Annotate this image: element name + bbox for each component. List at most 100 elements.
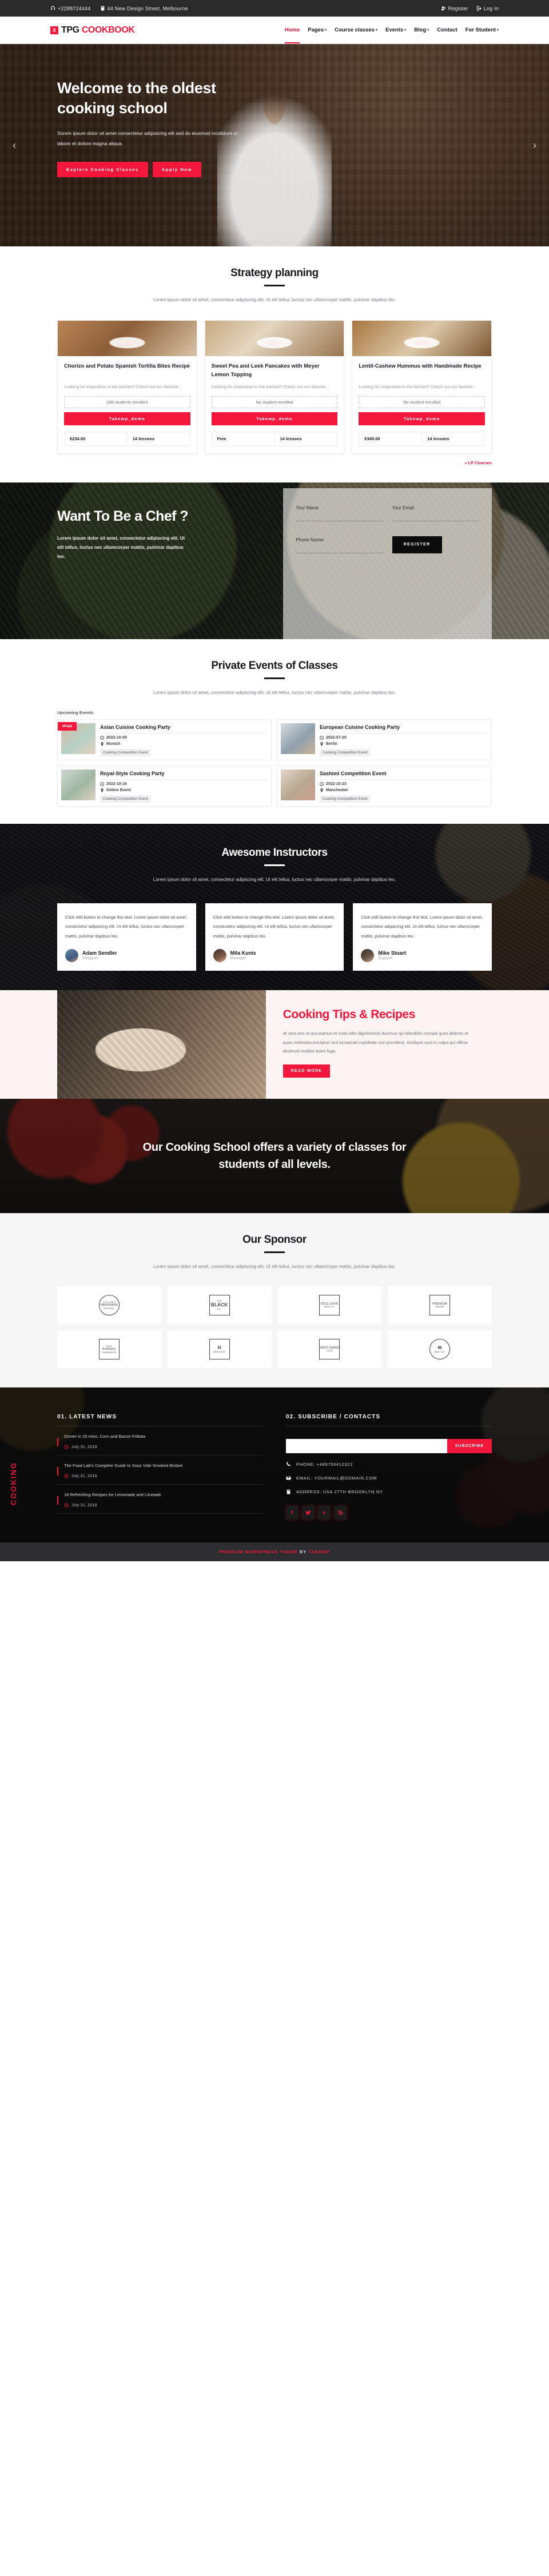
chevron-down-icon: ▾	[404, 29, 407, 32]
brand-name-part1: TPG	[61, 25, 82, 35]
nav-item-course-classes[interactable]: Course classes ▾	[335, 25, 377, 35]
phone-contact[interactable]: +2288724444	[50, 6, 91, 11]
event-thumbnail	[281, 723, 315, 755]
nav-item-for-student[interactable]: For Student ▾	[466, 25, 499, 35]
event-place-line: Berlin	[320, 742, 487, 747]
private-events-section: Private Events of Classes Lorem ipsum do…	[0, 639, 549, 824]
email-label: Your Email	[392, 505, 414, 511]
news-date: July 31, 2018	[71, 1444, 97, 1450]
course-body: Lentil-Cashew Hummus with Handmade Recip…	[352, 356, 491, 453]
nav-label: Home	[284, 27, 300, 33]
lp-courses-link[interactable]: » LP Courses	[57, 460, 492, 465]
clock-icon	[64, 1445, 69, 1449]
event-card[interactable]: Royal-Style Cooking Party 2022-10-16 Onl…	[57, 765, 272, 807]
subscribe-button[interactable]: SUBSCRIBE	[447, 1439, 492, 1454]
course-title: Sweet Pea and Leek Pancakes with Meyer L…	[211, 362, 320, 378]
book-icon	[287, 1490, 291, 1494]
nav-item-blog[interactable]: Blog ▾	[414, 25, 429, 35]
footer-subscribe-heading: 02. SUBSCRIBE / CONTACTS	[286, 1414, 492, 1427]
brand-name-part2: COOKBOOK	[81, 25, 135, 35]
sponsor-main: BLACK	[210, 1302, 228, 1308]
phone-input[interactable]	[296, 542, 383, 553]
register-link[interactable]: Register	[441, 6, 468, 11]
register-button[interactable]: REGISTER	[392, 536, 442, 553]
sponsor-logo[interactable]: EXCLUSIVE QUALITY	[277, 1286, 382, 1325]
explore-cooking-classes-button[interactable]: Explore Cooking Classes	[57, 161, 148, 177]
sponsor-logo[interactable]: ✉ MAIL CO.	[388, 1330, 492, 1369]
news-date-line: July 31, 2018	[64, 1502, 263, 1508]
instructors-container: Awesome Instructors Lorem ipsum dolor si…	[57, 847, 492, 971]
news-date: July 31, 2018	[71, 1473, 97, 1479]
events-grid: #Paid Asian Cuisine Cooking Party 2022-1…	[57, 719, 492, 807]
vimeo-icon[interactable]: v	[318, 1506, 331, 1520]
news-item[interactable]: Dinner in 20 mins: Corn and Bacon Fritta…	[57, 1426, 263, 1456]
course-cta-button[interactable]: Takewp_demo	[359, 412, 486, 425]
clock-icon	[64, 1503, 69, 1508]
course-card[interactable]: Lentil-Cashew Hummus with Handmade Recip…	[352, 320, 492, 454]
sponsor-logo[interactable]: 100% Authentic GUARANTEE	[57, 1330, 161, 1369]
footer-columns: 01. LATEST NEWS Dinner in 20 mins: Corn …	[57, 1414, 492, 1520]
event-tag: Cooking Competition Event	[320, 749, 371, 757]
instructor-card[interactable]: Click edit button to change this text. L…	[353, 903, 492, 971]
rss-icon[interactable]	[334, 1506, 347, 1520]
tips-text: At vero eos et accusamus et iusto odio d…	[283, 1031, 468, 1054]
contact-email-text: EMAIL: YOURMAIL@DOMAIN.COM	[296, 1476, 377, 1481]
top-bar-left: +2288724444 44 New Design Street, Melbou…	[50, 6, 188, 11]
course-lessons: 14 lessons	[274, 432, 337, 445]
nav-item-events[interactable]: Events ▾	[385, 25, 406, 35]
sponsor-bottom: BRAND	[435, 1306, 444, 1309]
course-price: €345.00	[364, 436, 380, 441]
event-card[interactable]: Sashimi Competition Event 2022-10-23 Man…	[277, 765, 491, 807]
name-input[interactable]	[296, 510, 383, 521]
instructor-quote: Click edit button to change this text. L…	[65, 915, 188, 939]
hero-next-arrow[interactable]: ›	[528, 137, 541, 154]
event-date: 2022-10-16	[106, 782, 127, 787]
sponsor-logo[interactable]: GENTLEMAN CLUB	[277, 1330, 382, 1369]
facebook-icon[interactable]: f	[286, 1506, 299, 1520]
instructor-card[interactable]: Click edit button to change this text. L…	[57, 903, 196, 971]
email-field-group: Your Email	[392, 505, 479, 521]
event-card[interactable]: #Paid Asian Cuisine Cooking Party 2022-1…	[57, 719, 272, 761]
event-tag: Cooking Competition Event	[320, 795, 371, 803]
main-navbar: X TPG COOKBOOK Home Pages ▾ Course classe…	[0, 17, 549, 44]
email-input[interactable]	[392, 510, 479, 521]
address-text: 44 New Design Street, Melbourne	[107, 5, 188, 11]
course-enrollment: No student enrolled	[359, 396, 486, 408]
sponsor-badge-icon: 100% Authentic GUARANTEE	[98, 1339, 120, 1360]
phone-label: Phone Numer	[296, 537, 324, 543]
nav-item-home[interactable]: Home	[284, 25, 300, 43]
twitter-icon[interactable]	[302, 1506, 315, 1520]
chevron-down-icon: ▾	[427, 29, 429, 32]
read-more-button[interactable]: READ MORE	[283, 1064, 331, 1078]
instructor-card[interactable]: Click edit button to change this text. L…	[205, 903, 344, 971]
news-item[interactable]: 18 Refreshing Recipes for Lemonade and L…	[57, 1485, 263, 1514]
location-pin-icon	[101, 742, 104, 747]
hero-prev-arrow[interactable]: ‹	[8, 137, 21, 154]
news-item[interactable]: The Food Lab's Complete Guide to Sous Vi…	[57, 1456, 263, 1485]
instructor-name: Mike Stuart	[378, 950, 406, 956]
brand-logo[interactable]: X TPG COOKBOOK	[50, 25, 135, 35]
sponsor-logo[interactable]: EST. 1987 HANDMADE ORIGINAL	[57, 1286, 161, 1325]
sponsor-bottom: MAIL CO.	[434, 1351, 445, 1354]
apply-now-button[interactable]: Apply Now	[152, 161, 201, 177]
course-cta-button[interactable]: Takewp_demo	[211, 412, 338, 425]
avatar	[213, 948, 226, 962]
course-meta: €345.00 14 lessons	[359, 431, 486, 446]
nav-item-contact[interactable]: Contact	[437, 25, 457, 35]
course-cta-button[interactable]: Takewp_demo	[64, 412, 190, 425]
nav-item-pages[interactable]: Pages ▾	[308, 25, 327, 35]
headset-icon	[50, 6, 55, 11]
event-card[interactable]: European Cuisine Cooking Party 2022-07-2…	[277, 719, 491, 761]
sponsor-logo[interactable]: THE BLACK CO.	[167, 1286, 272, 1325]
clock-icon	[320, 782, 324, 787]
address-contact[interactable]: 44 New Design Street, Melbourne	[100, 6, 188, 11]
sponsor-logo[interactable]: H HERITAGE	[167, 1330, 272, 1369]
course-card[interactable]: Sweet Pea and Leek Pancakes with Meyer L…	[204, 320, 345, 454]
subscribe-input[interactable]	[286, 1439, 447, 1454]
chef-inner: Want To Be a Chef ? Lorem ipsum dolor si…	[57, 482, 492, 639]
tips-inner: Cooking Tips & Recipes At vero eos et ac…	[57, 990, 492, 1099]
sponsor-logo[interactable]: PREMIUM BRAND	[388, 1286, 492, 1325]
course-card[interactable]: Chorizo and Potato Spanish Tortilla Bite…	[57, 320, 197, 454]
login-link[interactable]: Log In	[476, 6, 499, 11]
footer-vertical-text: COOKING	[9, 1462, 18, 1506]
